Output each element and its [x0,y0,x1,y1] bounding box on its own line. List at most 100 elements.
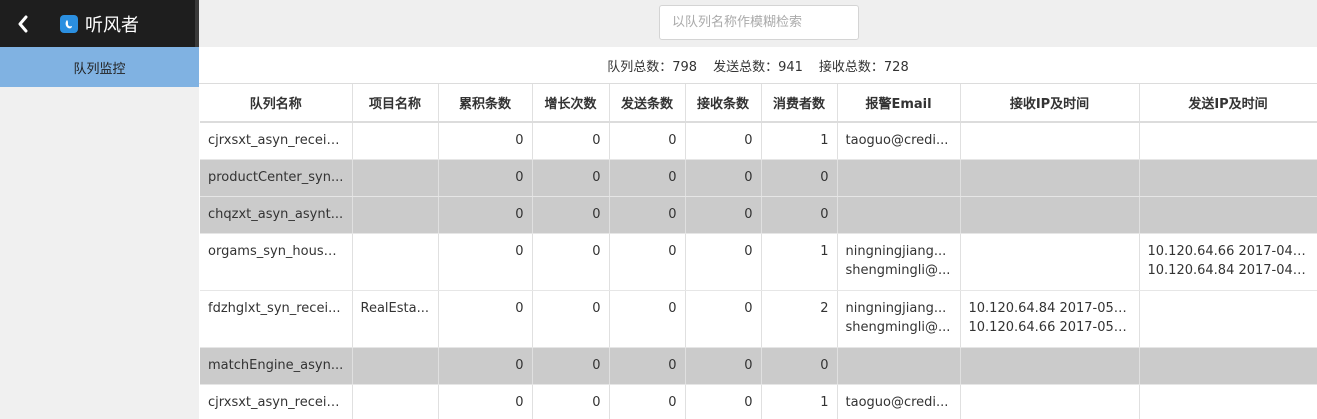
table-body: cjrxsxt_asyn_receiv... 0 0 0 0 1 taoguo@credi.… [200,122,1317,419]
cell-consumers: 1 [761,122,838,160]
cell-accumulated: 0 [438,196,533,234]
table-row[interactable]: fdzhglxt_syn_recei... RealEsta... 0 0 0 0 2 nin… [200,290,1317,348]
header-growth[interactable]: 增长次数 [532,84,610,123]
app-root: 听风者 队列监控 队列总数：798 发送总数：941 接收总数：728 队列名称… [0,0,1317,419]
header-project-name[interactable]: 项目名称 [352,84,439,123]
cell-alert-email-line: taoguo@credi... [845,133,949,148]
cell-send-ip-time [1139,159,1317,197]
cell-send-ip-time-line: 10.120.64.84 2017-04-... [1147,262,1309,278]
table-row[interactable]: orgams_syn_house... 0 0 0 0 1 ningningjiang...… [200,233,1317,291]
cell-alert-email-line: taoguo@credi... [845,394,949,410]
cell-receive-ip-time: 10.120.64.84 2017-05-... 10.120.64.66 201… [960,290,1140,348]
table-row[interactable]: cjrxsxt_asyn_receiv... 0 0 0 0 1 taoguo@credi.… [200,122,1317,160]
cell-queue-name: matchEngine_asyn... [200,347,353,385]
cell-accumulated: 0 [438,290,533,348]
cell-receive-ip-time [960,384,1140,419]
cell-alert-email-line: ningningjiang... [845,243,947,259]
cell-receive-ip-time [960,347,1140,385]
sidebar-item-queue-monitor[interactable]: 队列监控 [0,47,199,87]
cell-alert-email: ningningjiang... shengmingli@... [837,290,961,348]
cell-send-ip-time [1139,347,1317,385]
cell-send-ip-time [1139,384,1317,419]
chevron-left-icon [18,15,28,32]
cell-growth: 0 [532,347,610,385]
cell-alert-email [837,196,961,234]
header-receive-ip-time[interactable]: 接收IP及时间 [960,84,1140,123]
cell-sent: 0 [609,122,686,160]
cell-alert-email [837,347,961,385]
app-logo-icon [60,14,78,33]
receive-total: 接收总数：728 [818,59,909,75]
cell-alert-email: taoguo@credi... [837,122,961,160]
header-consumers[interactable]: 消费者数 [761,84,838,123]
queue-total: 队列总数：798 [607,59,698,75]
cell-alert-email: ningningjiang... shengmingli@... [837,233,961,291]
cell-sent: 0 [609,290,686,348]
cell-consumers: 1 [761,384,838,419]
cell-growth: 0 [532,290,610,348]
cell-queue-name: chqzxt_asyn_asynt... [200,196,353,234]
cell-received: 0 [685,233,762,291]
cell-accumulated: 0 [438,233,533,291]
header-alert-email[interactable]: 报警Email [837,84,961,123]
cell-queue-name: productCenter_syn... [200,159,353,197]
cell-accumulated: 0 [438,347,533,385]
cell-queue-name: fdzhglxt_syn_recei... [200,290,353,348]
cell-alert-email-line: shengmingli@... [845,319,951,335]
cell-received: 0 [685,384,762,419]
cell-consumers: 2 [761,290,838,348]
cell-consumers: 0 [761,347,838,385]
send-total: 发送总数：941 [713,59,803,75]
cell-queue-name: cjrxsxt_asyn_receiv... [200,122,353,160]
cell-queue-name: cjrxsxt_asyn_receiv... [200,384,353,419]
cell-project-name [352,159,439,197]
cell-sent: 0 [609,233,686,291]
cell-alert-email-line: ningningjiang... [845,300,947,316]
cell-consumers: 0 [761,196,838,234]
cell-alert-email-line: shengmingli@... [845,262,951,278]
summary-bar: 队列总数：798 发送总数：941 接收总数：728 [199,47,1317,84]
cell-receive-ip-time [960,233,1140,291]
cell-received: 0 [685,347,762,385]
cell-alert-email [837,159,961,197]
cell-consumers: 0 [761,159,838,197]
cell-send-ip-time [1139,290,1317,348]
cell-accumulated: 0 [438,159,533,197]
header-received[interactable]: 接收条数 [685,84,762,123]
table-row[interactable]: cjrxsxt_asyn_receiv... 0 0 0 0 1 taoguo@credi.… [200,384,1317,419]
cell-project-name: RealEsta... [352,290,439,348]
cell-send-ip-time [1139,196,1317,234]
search-input[interactable] [659,5,859,40]
table-row[interactable]: productCenter_syn... 0 0 0 0 0 [200,159,1317,197]
header-queue-name[interactable]: 队列名称 [200,84,353,123]
table-row[interactable]: matchEngine_asyn... 0 0 0 0 0 [200,347,1317,385]
cell-project-name [352,233,439,291]
back-button[interactable] [0,0,46,47]
queue-table: 队列名称 项目名称 累积条数 增长次数 发送条数 接收条数 消费者数 报警Ema… [200,84,1317,419]
header-send-ip-time[interactable]: 发送IP及时间 [1139,84,1317,123]
cell-consumers: 1 [761,233,838,291]
cell-project-name [352,384,439,419]
cell-queue-name: orgams_syn_house... [200,233,353,291]
cell-growth: 0 [532,233,610,291]
table-row[interactable]: chqzxt_asyn_asynt... 0 0 0 0 0 [200,196,1317,234]
cell-receive-ip-time [960,196,1140,234]
cell-sent: 0 [609,196,686,234]
search-bar [199,0,1317,47]
cell-growth: 0 [532,122,610,160]
table-header-row: 队列名称 项目名称 累积条数 增长次数 发送条数 接收条数 消费者数 报警Ema… [200,84,1317,123]
cell-project-name [352,347,439,385]
sidebar: 听风者 队列监控 [0,0,199,419]
cell-growth: 0 [532,159,610,197]
sidebar-item-label: 队列监控 [73,61,126,77]
header-accumulated[interactable]: 累积条数 [438,84,533,123]
cell-send-ip-time-line: 10.120.64.66 2017-04-... [1147,243,1309,259]
header-sent[interactable]: 发送条数 [609,84,686,123]
brand-header: 听风者 [0,0,199,47]
cell-send-ip-time: 10.120.64.66 2017-04-... 10.120.64.84 201… [1139,233,1317,291]
cell-received: 0 [685,159,762,197]
cell-project-name [352,122,439,160]
cell-received: 0 [685,290,762,348]
cell-sent: 0 [609,384,686,419]
cell-alert-email: taoguo@credi... [837,384,961,419]
